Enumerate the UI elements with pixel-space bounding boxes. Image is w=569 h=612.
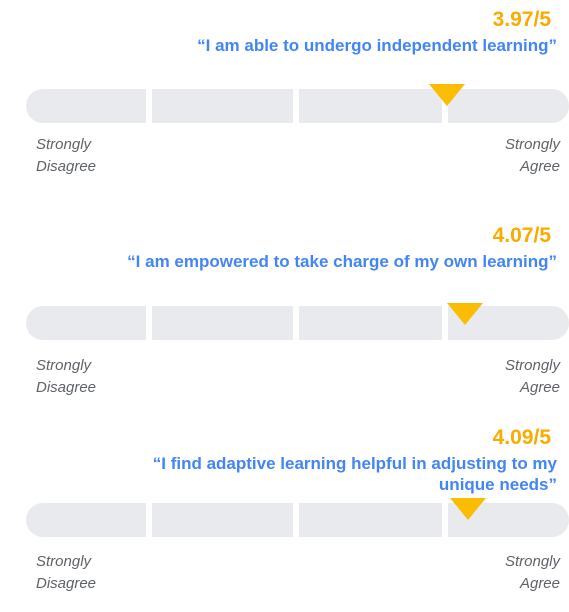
survey-item-3: 4.09/5 “I find adaptive learning helpful… bbox=[0, 0, 569, 612]
score-marker-icon bbox=[450, 498, 487, 520]
scale-label-high: Strongly Agree bbox=[504, 553, 560, 592]
track-divider bbox=[146, 503, 152, 537]
track-divider bbox=[442, 503, 448, 537]
track-divider bbox=[293, 503, 299, 537]
statement-3: “I find adaptive learning helpful in adj… bbox=[152, 454, 557, 494]
scale-label-low: Strongly Disagree bbox=[36, 553, 97, 592]
score-3: 4.09/5 bbox=[492, 426, 551, 449]
likert-track-3 bbox=[26, 503, 569, 537]
